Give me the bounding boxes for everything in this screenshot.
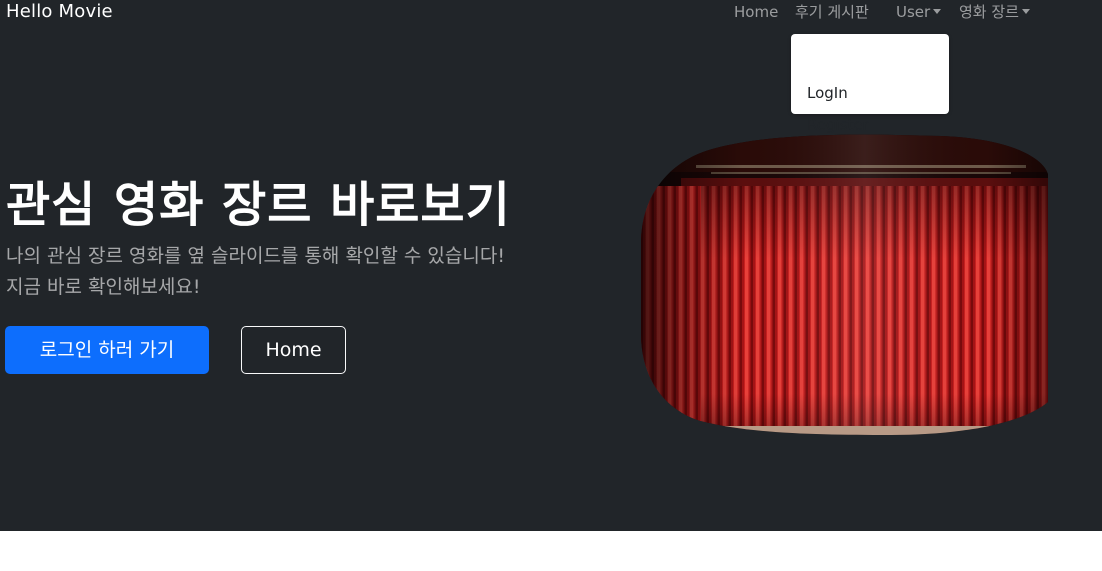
caret-down-icon	[1021, 9, 1030, 14]
nav-user-dropdown-toggle[interactable]: User	[896, 3, 942, 21]
hero-lead-line-1: 나의 관심 장르 영화를 옆 슬라이드를 통해 확인할 수 있습니다!	[6, 245, 505, 267]
hero-lead-line-2: 지금 바로 확인해보세요!	[6, 276, 201, 298]
home-button[interactable]: Home	[241, 326, 346, 374]
nav-genre-dropdown-toggle[interactable]: 영화 장르	[959, 3, 1030, 21]
hero-section: Hello Movie Home 후기 게시판 User 영화 장르 LogIn…	[0, 0, 1102, 531]
navbar-brand[interactable]: Hello Movie	[6, 1, 113, 23]
nav-review-board-link[interactable]: 후기 게시판	[795, 3, 869, 21]
go-to-login-button[interactable]: 로그인 하러 가기	[5, 326, 209, 374]
nav-home-label: Home	[734, 3, 779, 21]
user-dropdown-menu: LogIn Register	[791, 34, 949, 134]
caret-down-icon	[933, 9, 942, 14]
stage-curtain-image	[641, 134, 1048, 435]
nav-review-board-label: 후기 게시판	[795, 3, 869, 21]
nav-home-link[interactable]: Home	[734, 3, 778, 21]
nav-user-label: User	[896, 3, 931, 21]
nav-genre-label: 영화 장르	[959, 3, 1019, 21]
dropdown-item-login[interactable]: LogIn	[807, 84, 848, 102]
dropdown-item-register[interactable]: Register	[807, 116, 869, 134]
hero-title: 관심 영화 장르 바로보기	[6, 177, 511, 233]
